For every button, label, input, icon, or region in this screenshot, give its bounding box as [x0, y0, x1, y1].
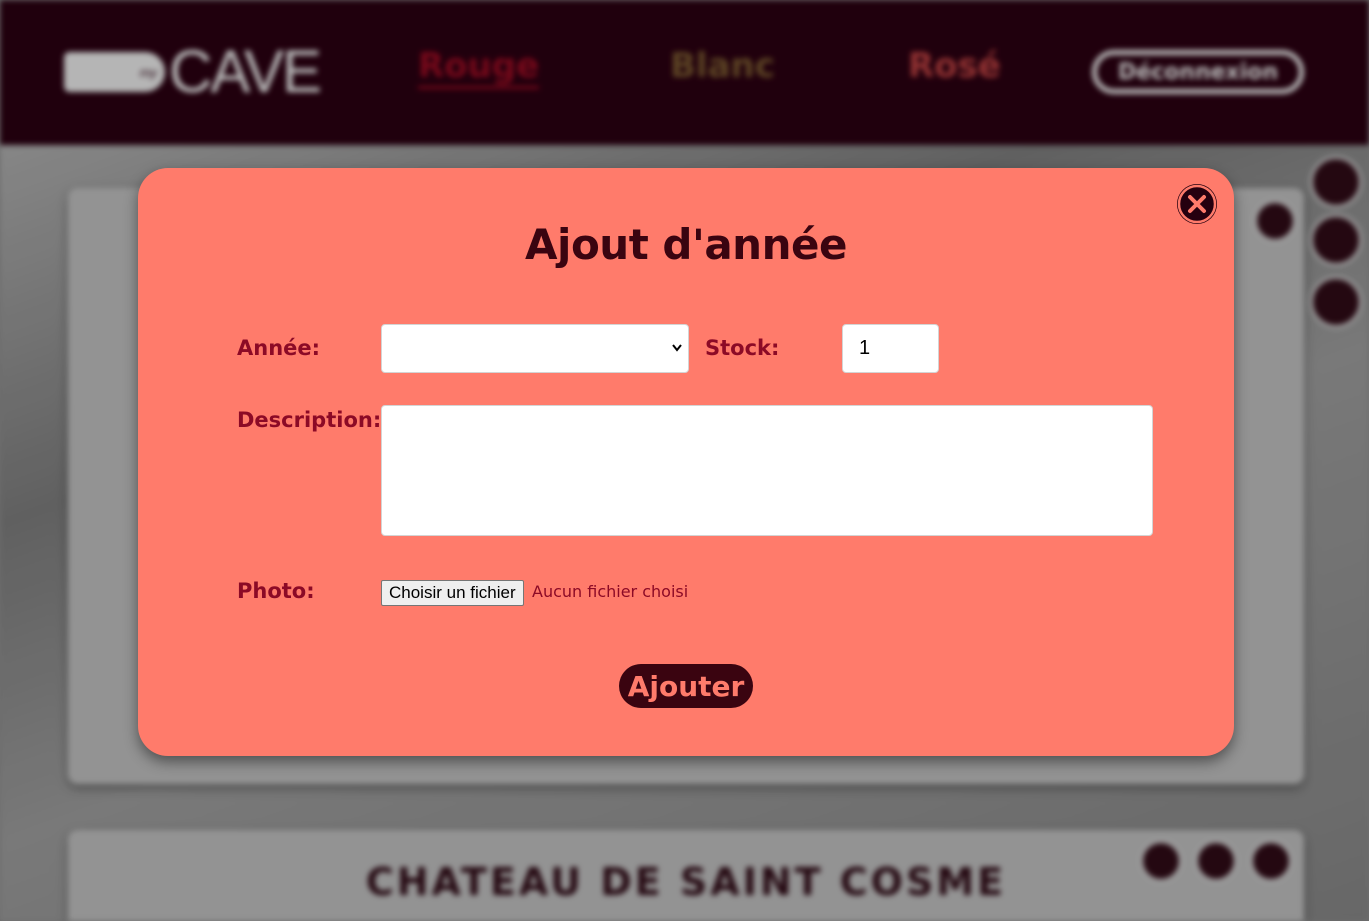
close-icon: [1177, 184, 1217, 224]
photo-label: Photo:: [237, 579, 315, 603]
description-textarea[interactable]: [381, 405, 1153, 536]
choose-file-button[interactable]: Choisir un fichier: [381, 580, 524, 606]
year-select[interactable]: [381, 324, 689, 373]
stock-input[interactable]: [842, 324, 939, 373]
modal-title: Ajout d'année: [525, 220, 847, 269]
submit-button[interactable]: Ajouter: [619, 664, 753, 708]
year-label: Année:: [237, 336, 321, 360]
add-year-modal: Ajout d'année Année: Stock: Description:…: [138, 168, 1234, 756]
stock-label: Stock:: [705, 336, 780, 360]
modal-close-button[interactable]: [1177, 184, 1217, 224]
file-status-text: Aucun fichier choisi: [532, 582, 689, 601]
description-label: Description:: [237, 408, 382, 432]
